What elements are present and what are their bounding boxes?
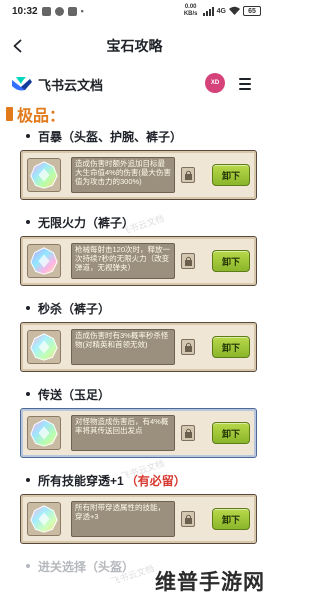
more-notifications-icon: • (80, 6, 84, 16)
network-type: 4G (216, 7, 226, 15)
avatar[interactable]: XD (205, 73, 225, 93)
network-speed: 0.00 KB/s (183, 4, 198, 17)
status-left: 10:32 • (12, 6, 84, 17)
doc-header: 飞书云文档 XD (0, 70, 269, 98)
lock-icon[interactable] (181, 339, 195, 355)
bullet-icon (26, 392, 30, 396)
page-title: 宝石攻略 (106, 38, 163, 54)
status-right: 0.00 KB/s 4G 65 (182, 4, 261, 18)
signal-icon (202, 6, 214, 16)
item-title-text: 秒杀（裤子） (38, 301, 111, 316)
lock-icon[interactable] (181, 253, 195, 269)
gem-icon (27, 502, 61, 536)
lock-icon[interactable] (181, 511, 195, 527)
app-notification-icon (54, 6, 64, 16)
gem-icon (27, 244, 61, 278)
item-title-highlight: （有必留） (125, 473, 186, 488)
notification-icon (41, 6, 51, 16)
nav-bar: 宝石攻略 (0, 22, 269, 70)
list-item-title: 无限火力（裤子） (0, 212, 269, 232)
unequip-button[interactable]: 卸下 (212, 422, 250, 444)
list-item-title: 传送（玉足） (0, 384, 269, 404)
status-bar: 10:32 • 0.00 KB/s 4G 65 (0, 0, 269, 22)
unequip-button[interactable]: 卸下 (212, 508, 250, 530)
section-heading-text: 极品： (17, 108, 66, 125)
back-button[interactable] (6, 34, 30, 58)
gem-card: 枪械每射击120次时，释放一次持续7秒的无限火力（改变弹道，无视弹夹） 卸下 (20, 236, 257, 286)
gem-icon (27, 416, 61, 450)
menu-icon[interactable] (235, 76, 255, 92)
wifi-icon (229, 6, 240, 17)
avatar-text: XD (210, 80, 220, 86)
unequip-button[interactable]: 卸下 (212, 336, 250, 358)
gem-description: 枪械每射击120次时，释放一次持续7秒的无限火力（改变弹道，无视弹夹） (71, 243, 175, 279)
bullet-icon (26, 134, 30, 138)
list-item-title: 秒杀（裤子） (0, 298, 269, 318)
gem-icon (27, 330, 61, 364)
lock-icon[interactable] (181, 425, 195, 441)
list-item-title: 百暴（头盔、护腕、裤子） (0, 126, 269, 146)
gem-card: 所有附带穿透属性的技能，穿透+3 卸下 (20, 494, 257, 544)
gem-description: 所有附带穿透属性的技能，穿透+3 (71, 501, 175, 537)
gem-icon (27, 158, 61, 192)
list-item-title: 所有技能穿透+1 （有必留） (0, 470, 269, 490)
section-heading: 极品： (0, 102, 269, 126)
doc-content: 飞书云文档 飞书云文档 飞书云文档 飞书云文档 极品： 百暴（头盔、护腕、裤子）… (0, 98, 269, 587)
heading-marker-icon (6, 107, 13, 121)
message-icon (67, 6, 77, 16)
gem-description: 造成伤害时额外追加目标最大生命值4%的伤害(最大伤害值为攻击力的300%) (71, 157, 175, 193)
gem-description: 对怪物造成伤害后，有4%概率将其传送回出发点 (71, 415, 175, 451)
item-title-text: 百暴（头盔、护腕、裤子） (38, 129, 183, 144)
gem-card: 对怪物造成伤害后，有4%概率将其传送回出发点 卸下 (20, 408, 257, 458)
unequip-button[interactable]: 卸下 (212, 164, 250, 186)
back-arrow-icon (13, 39, 22, 53)
gem-card: 造成伤害时有3%概率秒杀怪物(对精英和首领无效) 卸下 (20, 322, 257, 372)
item-title-text: 无限火力（裤子） (38, 215, 135, 230)
bullet-icon (26, 220, 30, 224)
gem-description: 造成伤害时有3%概率秒杀怪物(对精英和首领无效) (71, 329, 175, 365)
item-title-text: 传送（玉足） (38, 387, 111, 402)
bullet-icon (26, 306, 30, 310)
unequip-button[interactable]: 卸下 (212, 250, 250, 272)
feishu-logo-icon (12, 77, 32, 91)
item-title-text: 所有技能穿透+1 (38, 473, 124, 488)
battery-level: 65 (248, 7, 256, 15)
bullet-icon (26, 478, 30, 482)
brand-watermark: 维普手游网 (155, 570, 265, 594)
gem-card: 造成伤害时额外追加目标最大生命值4%的伤害(最大伤害值为攻击力的300%) 卸下 (20, 150, 257, 200)
lock-icon[interactable] (181, 167, 195, 183)
item-title-text: 进关选择（头盔） (38, 559, 135, 574)
battery-icon: 65 (243, 6, 261, 16)
doc-app-name: 飞书云文档 (38, 77, 104, 93)
status-time: 10:32 (12, 5, 38, 17)
bullet-icon (26, 564, 30, 568)
